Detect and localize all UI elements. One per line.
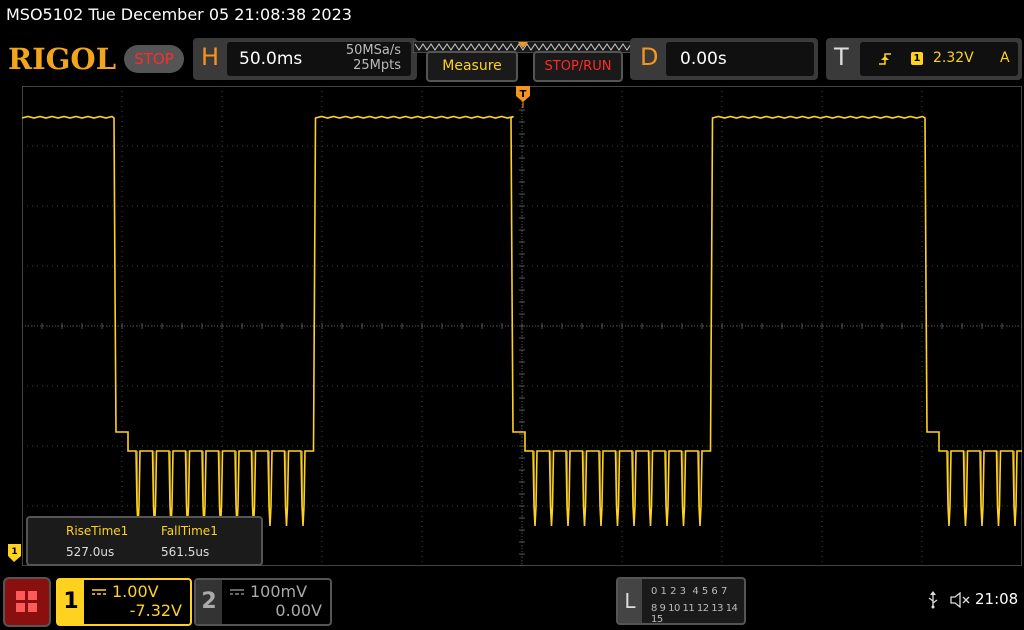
app-grid-icon [16,591,37,612]
mute-icon[interactable] [950,591,970,612]
dc-coupling-icon [230,589,244,595]
logic-row-2: 8 9 10 11 12 13 14 15 [651,603,738,625]
channel-2-offset: 0.00V [275,601,322,620]
horizontal-panel[interactable]: H 50.0ms 50MSa/s 25Mpts [193,38,417,80]
memory-position-bar [412,38,636,54]
channel-2-number: 2 [196,580,222,624]
rising-edge-icon [879,53,891,65]
logic-row-1: 0 1 2 3 4 5 6 7 [651,586,728,597]
home-button[interactable] [3,577,51,627]
stop-run-button-label: STOP/RUN [544,59,612,74]
channel-1-number: 1 [58,580,84,624]
window-title: MSO5102 Tue December 05 21:08:38 2023 [6,5,352,24]
measurement-panel[interactable]: RiseTime1 527.0us FallTime1 561.5us [26,516,263,566]
ch1-offset-marker[interactable]: 1 [8,544,21,562]
trigger-mode: A [1000,50,1010,66]
dc-coupling-icon [92,589,106,595]
svg-text:T: T [520,89,527,100]
channel-1-panel[interactable]: 1 1.00V -7.32V [56,578,192,626]
sample-rate: 50MSa/s [345,43,401,58]
channel-2-panel[interactable]: 2 100mV 0.00V [194,578,332,626]
svg-text:1: 1 [11,547,17,557]
waveform-display[interactable] [22,86,1022,566]
trigger-label: T [834,43,849,71]
run-state-badge[interactable]: STOP [124,45,184,73]
logic-channels-panel[interactable]: L 0 1 2 3 4 5 6 7 8 9 10 11 12 13 14 15 [616,577,746,625]
measurement-value-falltime: 561.5us [161,545,210,559]
memory-depth: 25Mpts [353,58,401,73]
channel-1-offset: -7.32V [129,601,182,620]
horizontal-readout: 50.0ms 50MSa/s 25Mpts [227,42,411,76]
rigol-logo: RIGOL [8,42,117,76]
measurement-label-risetime: RiseTime1 [66,524,129,538]
delay-panel[interactable]: D 0.00s [630,38,818,80]
stop-run-button[interactable]: STOP/RUN [533,51,623,82]
measure-button-label: Measure [442,58,502,74]
trigger-readout: 1 2.32V A [860,42,1018,76]
delay-value: 0.00s [680,49,727,69]
ch1-marker-icon: 1 [8,544,21,562]
status-clock: 21:08 [975,590,1019,608]
trigger-source-badge: 1 [911,52,923,65]
logic-label: L [618,579,642,623]
timebase-value: 50.0ms [239,49,303,69]
measure-button[interactable]: Measure [426,51,518,82]
horizontal-label: H [201,43,220,71]
trigger-position-marker: T [516,86,530,108]
trigger-panel[interactable]: T 1 2.32V A [826,38,1022,80]
trigger-marker-icon: T [516,86,530,108]
channel-1-scale: 1.00V [112,582,159,601]
measurement-value-risetime: 527.0us [66,545,115,559]
channel-2-scale: 100mV [250,582,308,601]
usb-icon [927,591,939,613]
measurement-label-falltime: FallTime1 [161,524,218,538]
delay-readout: 0.00s [666,42,814,76]
delay-label: D [640,43,659,71]
trigger-level: 2.32V [933,50,974,66]
